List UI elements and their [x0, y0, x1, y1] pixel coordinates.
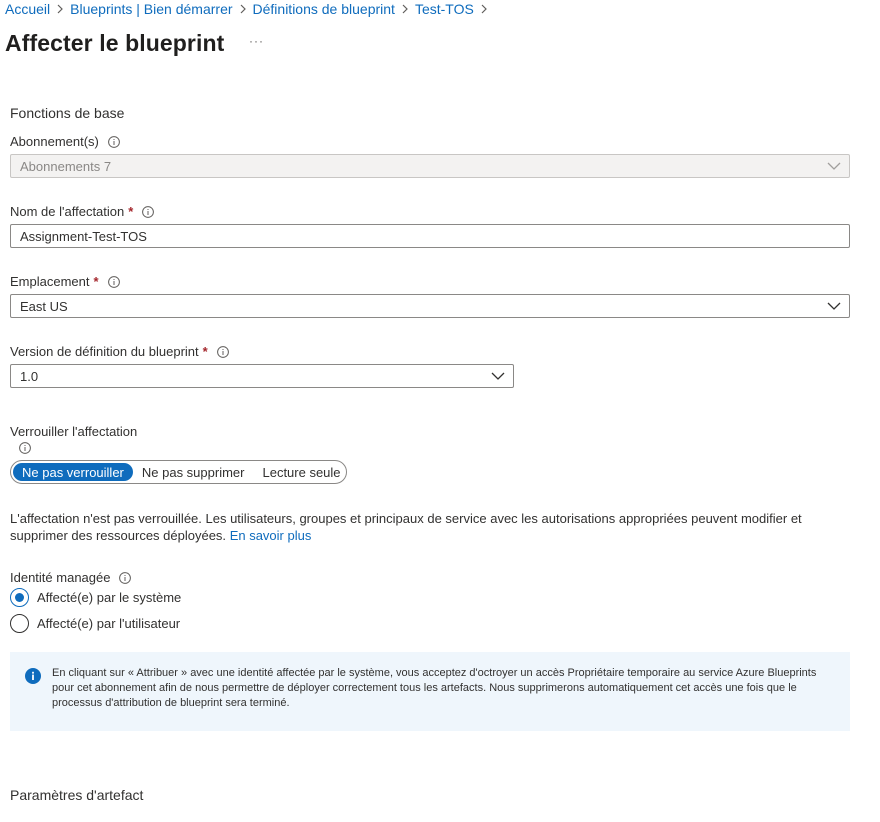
location-dropdown[interactable]: East US: [10, 294, 850, 318]
lock-description-text: L'affectation n'est pas verrouillée. Les…: [10, 511, 802, 543]
assignment-name-label: Nom de l'affectation *: [10, 204, 155, 219]
subscriptions-dropdown: Abonnements 7: [10, 154, 850, 178]
breadcrumb: Accueil Blueprints | Bien démarrer Défin…: [5, 1, 494, 17]
location-value: East US: [20, 298, 68, 314]
chevron-right-icon: [395, 4, 415, 14]
info-icon[interactable]: [19, 442, 31, 454]
info-message-text: En cliquant sur « Attribuer » avec une i…: [52, 667, 817, 709]
breadcrumb-definitions[interactable]: Définitions de blueprint: [253, 1, 395, 17]
version-label: Version de définition du blueprint *: [10, 344, 229, 359]
chevron-down-icon: [491, 371, 505, 381]
lock-option-read-only[interactable]: Lecture seule: [253, 463, 349, 481]
breadcrumb-home[interactable]: Accueil: [5, 1, 50, 17]
radio-button-checked[interactable]: [10, 588, 29, 607]
required-indicator: *: [202, 344, 208, 359]
lock-description: L'affectation n'est pas verrouillée. Les…: [10, 510, 810, 544]
artifacts-section-title: Paramètres d'artefact: [10, 787, 144, 803]
radio-button[interactable]: [10, 614, 29, 633]
more-options-button[interactable]: ···: [249, 34, 264, 48]
identity-label: Identité managée: [10, 570, 132, 585]
identity-option-system-label: Affecté(e) par le système: [37, 590, 182, 605]
version-dropdown[interactable]: 1.0: [10, 364, 514, 388]
identity-option-user[interactable]: Affecté(e) par l'utilisateur: [10, 614, 180, 633]
location-label: Emplacement *: [10, 274, 120, 289]
info-filled-icon: [25, 668, 41, 684]
location-label-text: Emplacement: [10, 274, 90, 289]
chevron-down-icon: [827, 301, 841, 311]
subscriptions-label-text: Abonnement(s): [10, 134, 99, 149]
required-indicator: *: [93, 274, 99, 289]
version-value: 1.0: [20, 368, 39, 384]
chevron-right-icon: [50, 4, 70, 14]
info-icon[interactable]: [107, 275, 120, 288]
info-icon[interactable]: [216, 345, 229, 358]
assignment-name-input[interactable]: Assignment-Test-TOS: [10, 224, 850, 248]
info-icon[interactable]: [107, 135, 120, 148]
info-icon[interactable]: [119, 571, 132, 584]
chevron-down-icon: [827, 161, 841, 171]
learn-more-link[interactable]: En savoir plus: [230, 528, 312, 543]
chevron-right-icon: [233, 4, 253, 14]
info-message-bar: En cliquant sur « Attribuer » avec une i…: [10, 652, 850, 731]
lock-option-none[interactable]: Ne pas verrouiller: [13, 463, 133, 481]
lock-option-do-not-delete[interactable]: Ne pas supprimer: [133, 463, 254, 481]
page-title: Affecter le blueprint: [5, 30, 225, 56]
assignment-name-label-text: Nom de l'affectation: [10, 204, 125, 219]
lock-label: Verrouiller l'affectation: [10, 424, 138, 439]
assignment-name-value: Assignment-Test-TOS: [20, 228, 147, 244]
required-indicator: *: [128, 204, 134, 219]
chevron-right-icon: [474, 4, 494, 14]
breadcrumb-test-tos[interactable]: Test-TOS: [415, 1, 474, 17]
identity-label-text: Identité managée: [10, 570, 111, 585]
subscriptions-value: Abonnements 7: [20, 158, 112, 174]
identity-option-user-label: Affecté(e) par l'utilisateur: [37, 616, 181, 631]
identity-option-system[interactable]: Affecté(e) par le système: [10, 588, 181, 607]
lock-mode-toggle: Ne pas verrouiller Ne pas supprimer Lect…: [10, 460, 347, 484]
version-label-text: Version de définition du blueprint: [10, 344, 199, 359]
info-icon[interactable]: [142, 205, 155, 218]
breadcrumb-blueprints[interactable]: Blueprints | Bien démarrer: [70, 1, 232, 17]
basics-section-title: Fonctions de base: [10, 105, 125, 121]
subscriptions-label: Abonnement(s): [10, 134, 120, 149]
